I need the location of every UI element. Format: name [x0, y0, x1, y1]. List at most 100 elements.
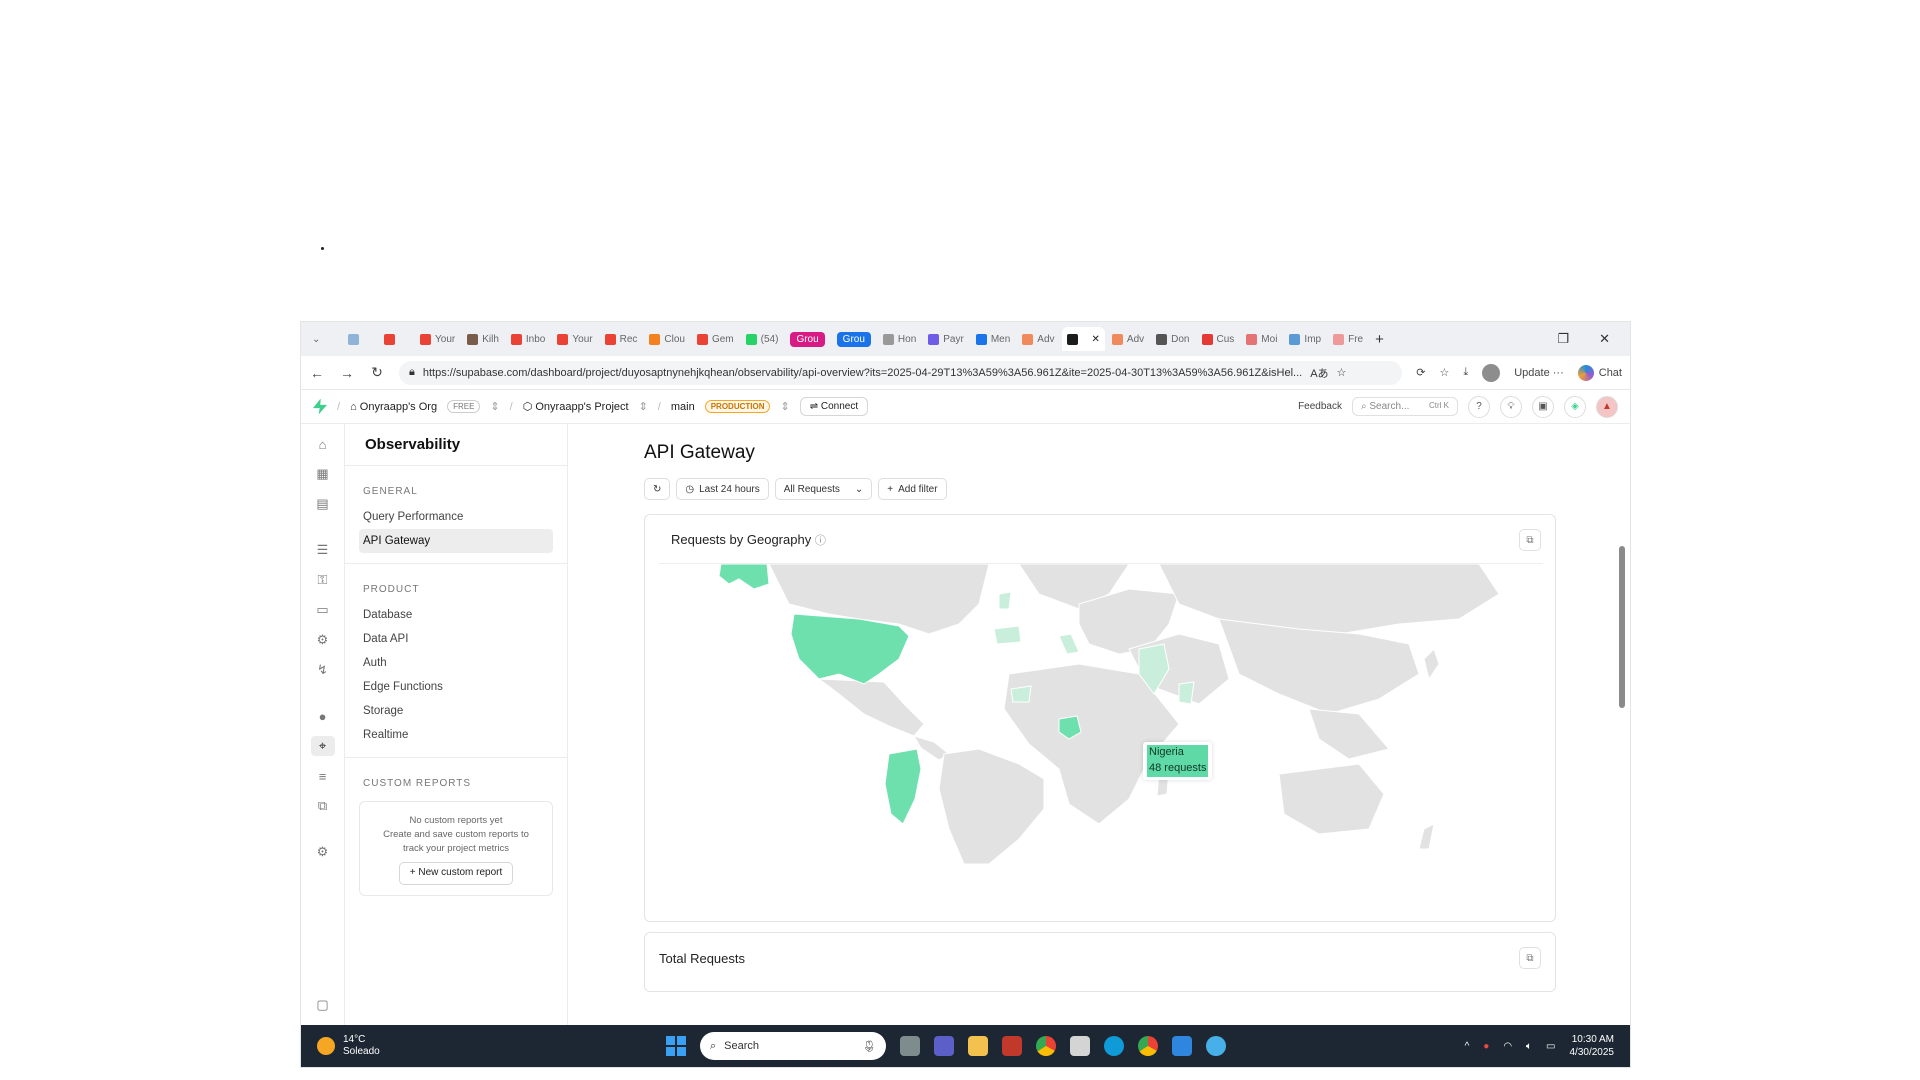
browser-tab[interactable]: Fre	[1328, 327, 1368, 351]
branch-name[interactable]: main	[671, 401, 695, 413]
add-filter-button[interactable]: + Add filter	[878, 478, 947, 500]
sidebar-item-api-gateway[interactable]: API Gateway	[359, 529, 553, 553]
storage-icon[interactable]: ▭	[311, 600, 335, 620]
logs-icon[interactable]: ≡	[311, 766, 335, 786]
sidebar-item-auth[interactable]: Auth	[359, 651, 553, 675]
time-range-button[interactable]: ◷ Last 24 hours	[676, 478, 769, 500]
advisors-icon[interactable]: ●	[311, 706, 335, 726]
forward-icon[interactable]: →	[339, 365, 355, 381]
wifi-icon[interactable]: ◠	[1503, 1041, 1512, 1052]
edge-icon[interactable]	[1104, 1036, 1124, 1056]
world-map[interactable]: Nigeria 48 requests	[659, 563, 1543, 921]
auth-icon[interactable]: ⚿	[311, 570, 335, 590]
settings-icon[interactable]: ⚙	[311, 842, 335, 862]
downloads-icon[interactable]: ⤓	[1463, 366, 1468, 379]
home-icon[interactable]: ⌂	[311, 434, 335, 454]
start-icon[interactable]	[666, 1036, 686, 1056]
edge-functions-icon[interactable]: ⚙︎	[311, 630, 335, 650]
browser-tab[interactable]: Rec	[600, 327, 643, 351]
database-icon[interactable]: ☰	[311, 540, 335, 560]
antivirus-tray-icon[interactable]: ●	[1483, 1041, 1489, 1052]
clock[interactable]: 10:30 AM 4/30/2025	[1570, 1033, 1615, 1059]
store-icon[interactable]	[1070, 1036, 1090, 1056]
reader-mode-icon[interactable]: Aあ	[1310, 365, 1328, 381]
new-custom-report-button[interactable]: + New custom report	[398, 862, 514, 885]
chrome-profile-icon[interactable]	[1138, 1036, 1158, 1056]
browser-tab[interactable]: (54)	[741, 327, 784, 351]
star-icon[interactable]: ☆	[1337, 366, 1347, 379]
close-icon[interactable]: ✕	[1092, 334, 1100, 345]
request-type-select[interactable]: All Requests ⌄	[774, 478, 873, 500]
org-selector[interactable]: ⌂ Onyraapp's Org	[350, 401, 437, 413]
integrations-icon[interactable]: ⧉	[311, 796, 335, 816]
restore-icon[interactable]: ❐	[1557, 331, 1569, 347]
tab-active[interactable]: ✕	[1061, 327, 1105, 351]
browser-tab[interactable]: Clou	[644, 327, 690, 351]
chevron-updown-icon[interactable]: ⇕	[780, 400, 789, 413]
url-field[interactable]: 🔒︎ https://supabase.com/dashboard/projec…	[399, 360, 1403, 385]
info-icon[interactable]: ⓘ	[815, 535, 826, 547]
sidebar-item-storage[interactable]: Storage	[359, 699, 553, 723]
browser-tab[interactable]: Adv	[1017, 327, 1059, 351]
sidebar-item-query-performance[interactable]: Query Performance	[359, 505, 553, 529]
notepad-icon[interactable]	[1172, 1036, 1192, 1056]
help-icon[interactable]: ?	[1468, 395, 1490, 418]
sidebar-item-edge-functions[interactable]: Edge Functions	[359, 675, 553, 699]
tab-list-button[interactable]: ⌄	[307, 327, 341, 351]
browser-tab[interactable]: Kilh	[462, 327, 504, 351]
task-view-icon[interactable]	[900, 1036, 920, 1056]
browser-tab[interactable]	[379, 327, 413, 351]
profile-avatar[interactable]	[1482, 363, 1501, 382]
mcafee-icon[interactable]	[1002, 1036, 1022, 1056]
terminal-icon[interactable]: ▣	[1532, 395, 1554, 418]
feedback-button[interactable]: Feedback	[1298, 401, 1342, 412]
sql-editor-icon[interactable]: ▤	[311, 494, 335, 514]
file-explorer-icon[interactable]	[968, 1036, 988, 1056]
sidebar-item-database[interactable]: Database	[359, 603, 553, 627]
weather-widget[interactable]: 14°C Soleado	[317, 1034, 380, 1059]
browser-tab[interactable]: Hon	[878, 327, 921, 351]
browser-tab[interactable]: Men	[971, 327, 1015, 351]
refresh-button[interactable]: ↻	[644, 478, 671, 500]
browser-tab[interactable]: Payr	[923, 327, 969, 351]
browser-tab[interactable]: Cus	[1197, 327, 1240, 351]
browser-tab[interactable]: Your	[415, 327, 460, 351]
new-tab-button[interactable]: +	[1370, 327, 1404, 351]
chevron-up-icon[interactable]: ^	[1465, 1041, 1470, 1052]
sidebar-item-data-api[interactable]: Data API	[359, 627, 553, 651]
reload-icon[interactable]: ↻	[369, 364, 385, 381]
open-report-icon[interactable]: ⧉	[1519, 529, 1541, 551]
back-icon[interactable]: ←	[309, 365, 325, 381]
browser-tab[interactable]: Imp	[1284, 327, 1326, 351]
chrome-icon[interactable]	[1036, 1036, 1056, 1056]
browser-tab[interactable]: Moi	[1241, 327, 1282, 351]
taskbar-search[interactable]: ⌕ Search 🌷︎	[700, 1032, 886, 1060]
volume-icon[interactable]: 🔈︎	[1526, 1041, 1532, 1052]
refresh-extension-icon[interactable]: ⟳	[1416, 366, 1425, 379]
battery-icon[interactable]: ▭	[1546, 1041, 1555, 1052]
user-avatar[interactable]: ▲	[1596, 395, 1618, 418]
browser-tab[interactable]: Gem	[692, 327, 739, 351]
scrollbar-thumb[interactable]	[1619, 546, 1625, 708]
edge-dev-icon[interactable]	[1206, 1036, 1226, 1056]
assistant-icon[interactable]: ◈	[1564, 395, 1586, 418]
browser-tab[interactable]: Don	[1151, 327, 1194, 351]
observability-icon[interactable]: ⌖	[310, 736, 335, 756]
chevron-updown-icon[interactable]: ⇕	[490, 400, 499, 413]
realtime-icon[interactable]: ↯	[311, 660, 335, 680]
open-report-icon[interactable]: ⧉	[1519, 947, 1541, 969]
browser-tab[interactable]: Inbo	[506, 327, 550, 351]
browser-tab[interactable]: Adv	[1107, 327, 1149, 351]
chevron-updown-icon[interactable]: ⇕	[639, 400, 648, 413]
supabase-logo-icon[interactable]	[313, 398, 327, 415]
collapse-sidebar-icon[interactable]: ▢	[311, 995, 335, 1015]
close-window-icon[interactable]: ✕	[1599, 331, 1610, 347]
scrollbar[interactable]	[1618, 530, 1626, 1025]
browser-tab[interactable]	[343, 327, 377, 351]
table-editor-icon[interactable]: ▦	[311, 464, 335, 484]
favorites-icon[interactable]: ☆	[1439, 366, 1449, 379]
teams-icon[interactable]	[934, 1036, 954, 1056]
tab-group-pill[interactable]: Grou	[832, 327, 876, 351]
project-selector[interactable]: ⬡ Onyraapp's Project	[523, 400, 629, 413]
search-button[interactable]: ⌕ Search... Ctrl K	[1352, 397, 1458, 416]
